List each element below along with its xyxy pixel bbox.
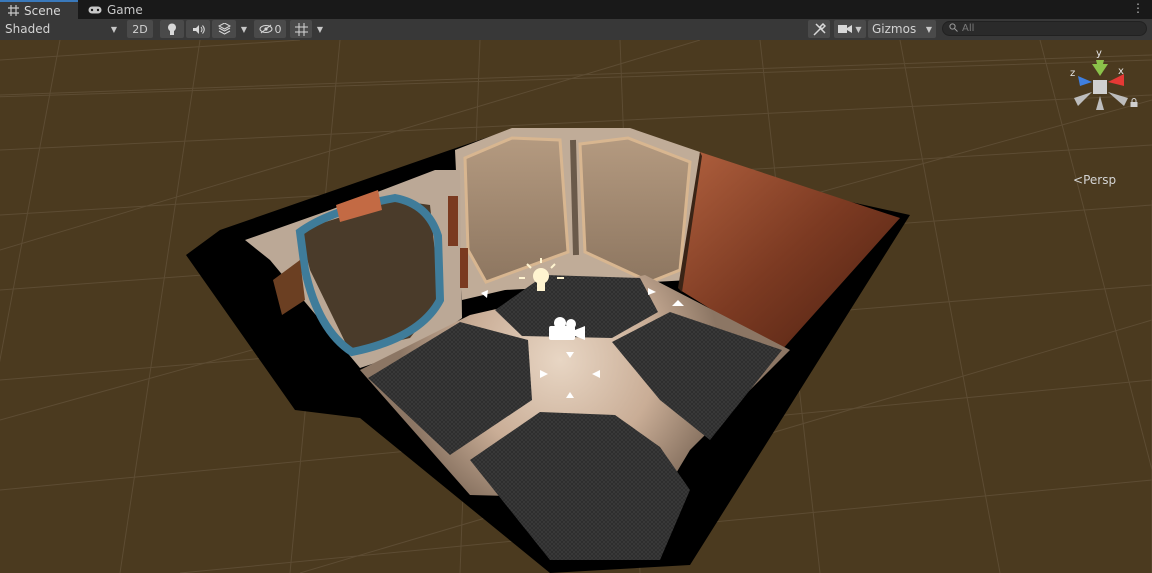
audio-toggle[interactable] — [186, 20, 210, 38]
axis-x-label: x — [1118, 66, 1124, 77]
orientation-gizmo[interactable]: y x z — [1066, 46, 1136, 124]
search-icon — [949, 22, 958, 35]
tab-game[interactable]: Game — [80, 0, 150, 19]
camera-settings-button[interactable]: ▼ — [834, 20, 866, 38]
tab-scene-label: Scene — [24, 3, 61, 18]
chevron-down-icon: ▼ — [855, 24, 862, 34]
effects-dropdown[interactable]: ▼ — [236, 20, 252, 38]
scene-render — [0, 40, 1152, 573]
lock-icon[interactable] — [1130, 92, 1138, 111]
grid-dropdown[interactable]: ▼ — [312, 20, 328, 38]
hidden-objects-toggle[interactable]: 0 — [254, 20, 286, 38]
chevron-down-icon: ▼ — [240, 24, 248, 34]
wrench-icon — [812, 22, 826, 36]
camera-icon — [838, 24, 853, 34]
chevron-down-icon: ▼ — [316, 24, 324, 34]
gamepad-icon — [88, 5, 102, 15]
layers-icon — [217, 23, 231, 35]
scene-viewport[interactable]: y x z <Persp — [0, 40, 1152, 573]
grid-icon — [8, 5, 19, 16]
axis-z-label: z — [1070, 68, 1075, 79]
draw-mode-dropdown[interactable]: Shaded ▼ — [0, 20, 122, 38]
lightbulb-icon — [167, 23, 177, 36]
grid-snap-icon — [294, 22, 308, 36]
chevron-down-icon: ▼ — [110, 24, 117, 34]
search-placeholder: All — [962, 23, 975, 34]
speaker-icon — [192, 24, 205, 35]
more-options-icon[interactable]: ⋮ — [1132, 2, 1144, 14]
tab-bar: Scene Game ⋮ — [0, 0, 1152, 20]
axis-y-label: y — [1096, 48, 1102, 59]
tools-button[interactable] — [808, 20, 830, 38]
hidden-count: 0 — [274, 22, 282, 36]
gizmos-dropdown[interactable]: Gizmos ▼ — [868, 20, 936, 38]
scene-toolbar: Shaded ▼ 2D ▼ 0 ▼ ▼ Gizmos ▼ All — [0, 19, 1152, 41]
draw-mode-label: Shaded — [5, 22, 51, 36]
lighting-toggle[interactable] — [160, 20, 184, 38]
search-input[interactable]: All — [942, 21, 1147, 36]
projection-label: Persp — [1083, 173, 1117, 187]
chevron-left-icon: < — [1073, 173, 1084, 187]
mode-2d-label: 2D — [132, 22, 148, 36]
eye-slash-icon — [259, 24, 273, 34]
tab-scene[interactable]: Scene — [0, 0, 78, 19]
tab-game-label: Game — [107, 2, 143, 17]
effects-toggle[interactable] — [212, 20, 236, 38]
mode-2d-toggle[interactable]: 2D — [127, 20, 153, 38]
projection-toggle[interactable]: <Persp — [1073, 173, 1116, 187]
gizmos-label: Gizmos — [872, 22, 917, 36]
grid-toggle[interactable] — [290, 20, 312, 38]
chevron-down-icon: ▼ — [925, 24, 932, 34]
